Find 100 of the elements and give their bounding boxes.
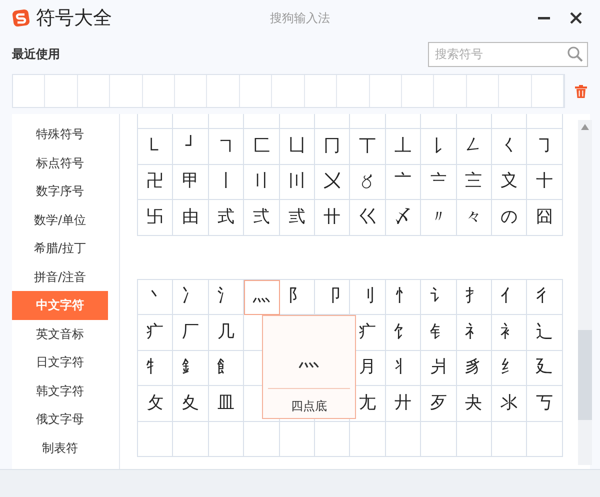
symbol-cell[interactable]: 〥 (350, 164, 386, 200)
symbol-cell[interactable]: 皿 (208, 386, 244, 422)
symbol-cell[interactable]: 灬 (244, 280, 280, 315)
symbol-cell[interactable]: 丂 (527, 386, 563, 422)
symbol-cell[interactable]: 巜 (350, 200, 386, 236)
symbol-cell[interactable]: 攵 (138, 386, 174, 422)
close-icon[interactable] (569, 11, 583, 26)
tooltip-symbol: 灬 (299, 346, 319, 373)
symbol-cell[interactable]: ㇜ (456, 129, 492, 164)
symbol-cell[interactable]: 〢 (244, 164, 280, 200)
symbol-cell[interactable]: 礻 (456, 315, 492, 350)
symbol-cell[interactable]: 夬 (456, 386, 492, 422)
symbol-cell[interactable]: の (492, 200, 528, 236)
symbol-cell[interactable]: ㇛ (492, 129, 528, 164)
category-item[interactable]: 拼音/注音 (12, 262, 108, 291)
trash-icon[interactable] (575, 84, 587, 98)
symbol-cell[interactable]: 〆 (386, 200, 422, 236)
symbol-cell[interactable]: 〸 (527, 164, 563, 200)
grid-cell (386, 114, 422, 129)
symbol-cell[interactable]: 厂 (173, 315, 209, 350)
symbol-cell[interactable]: 豸 (456, 350, 492, 386)
symbol-cell[interactable]: 歹 (421, 386, 457, 422)
symbol-cell[interactable]: 扌 (456, 280, 492, 315)
symbol-cell[interactable]: 丶 (138, 280, 174, 315)
symbol-cell[interactable]: 廾 (386, 386, 422, 422)
symbol-cell[interactable]: 囧 (527, 200, 563, 236)
section-title: 最近使用 (12, 46, 60, 63)
symbol-cell[interactable]: 衤 (492, 315, 528, 350)
category-item[interactable]: 英文音标 (12, 320, 108, 348)
symbol-cell[interactable]: 弎 (280, 200, 315, 236)
symbol-cell[interactable]: 〃 (421, 200, 457, 236)
symbol-cell[interactable]: ㇆ (527, 129, 563, 164)
symbol-cell[interactable]: 〦 (386, 164, 422, 200)
symbol-cell[interactable]: 彳 (527, 280, 563, 315)
symbol-cell[interactable]: 冂 (314, 129, 350, 164)
symbol-cell[interactable]: 〩 (492, 164, 528, 200)
symbol-cell[interactable]: 丅 (350, 129, 386, 164)
category-item[interactable]: 日文字符 (12, 348, 108, 376)
search-icon[interactable] (567, 46, 583, 62)
symbol-cell[interactable]: 忄 (386, 280, 422, 315)
symbol-cell[interactable]: 爿 (421, 350, 457, 386)
grid-cell (208, 114, 244, 129)
grid-cell (280, 422, 315, 457)
symbol-cell[interactable]: 夊 (173, 386, 209, 422)
symbol-cell[interactable]: ㇕ (208, 129, 244, 164)
scrollbar[interactable] (578, 120, 592, 465)
grid-cell (314, 114, 350, 129)
symbol-cell[interactable]: 〤 (314, 164, 350, 200)
symbol-cell[interactable]: 亻 (492, 280, 528, 315)
category-item[interactable]: 数字序号 (12, 177, 108, 206)
symbol-cell[interactable]: 甲 (173, 164, 209, 200)
grid-cell (350, 422, 386, 457)
symbol-cell[interactable]: 釒 (173, 350, 209, 386)
symbol-cell[interactable]: 〹 (314, 200, 350, 236)
symbol-cell[interactable]: 丄 (386, 129, 422, 164)
symbol-cell[interactable]: 卐 (138, 200, 174, 236)
symbol-cell[interactable]: 〣 (280, 164, 315, 200)
symbol-cell[interactable]: 丬 (386, 350, 422, 386)
symbol-cell[interactable]: ┘ (173, 129, 209, 164)
symbol-cell[interactable]: 〨 (456, 164, 492, 200)
category-item[interactable]: 制表符 (12, 434, 108, 462)
category-item[interactable]: 俄文字母 (12, 405, 108, 434)
symbol-cell[interactable]: 弍 (244, 200, 280, 236)
category-item[interactable]: 希腊/拉丁 (12, 234, 108, 262)
symbol-cell[interactable]: 匚 (244, 129, 280, 164)
category-item[interactable]: 数学/单位 (12, 206, 108, 234)
symbol-cell[interactable]: 辶 (527, 315, 563, 350)
grid-cell (386, 422, 422, 457)
symbol-cell[interactable]: 钅 (421, 315, 457, 350)
grid-cell (421, 422, 457, 457)
category-item[interactable]: 特殊符号 (12, 120, 108, 148)
grid-cell (244, 114, 280, 129)
symbol-cell[interactable]: 牜 (138, 350, 174, 386)
grid-cell (280, 114, 315, 129)
symbol-cell[interactable]: 由 (173, 200, 209, 236)
symbol-cell[interactable]: 〡 (208, 164, 244, 200)
symbol-cell[interactable]: 飠 (208, 350, 244, 386)
grid-cell (456, 114, 492, 129)
symbol-cell[interactable]: ㇙ (421, 129, 457, 164)
symbol-cell[interactable]: 饣 (386, 315, 422, 350)
symbol-cell[interactable]: 氵 (208, 280, 244, 315)
symbol-cell[interactable]: 冫 (173, 280, 209, 315)
category-item[interactable]: 标点符号 (12, 148, 108, 177)
symbol-cell[interactable]: 廴 (527, 350, 563, 386)
symbol-cell[interactable]: 〧 (421, 164, 457, 200)
symbol-cell[interactable]: 刂 (350, 280, 386, 315)
scroll-up-icon[interactable] (581, 124, 589, 130)
symbol-cell[interactable]: 讠 (421, 280, 457, 315)
tooltip-label: 四点底 (291, 398, 327, 415)
symbol-cell[interactable]: 疒 (138, 315, 174, 350)
category-item[interactable]: 韩文字符 (12, 376, 108, 405)
symbol-cell[interactable]: 氺 (492, 386, 528, 422)
search-field[interactable]: 搜索符号 (428, 42, 588, 66)
symbol-cell[interactable]: ㇄ (138, 129, 174, 164)
symbol-cell[interactable]: 凵 (280, 129, 315, 164)
symbol-cell[interactable]: 几 (208, 315, 244, 350)
symbol-cell[interactable]: 卍 (138, 164, 174, 200)
symbol-cell[interactable]: 式 (208, 200, 244, 236)
symbol-cell[interactable]: 々 (456, 200, 492, 236)
symbol-cell[interactable]: 纟 (492, 350, 528, 386)
